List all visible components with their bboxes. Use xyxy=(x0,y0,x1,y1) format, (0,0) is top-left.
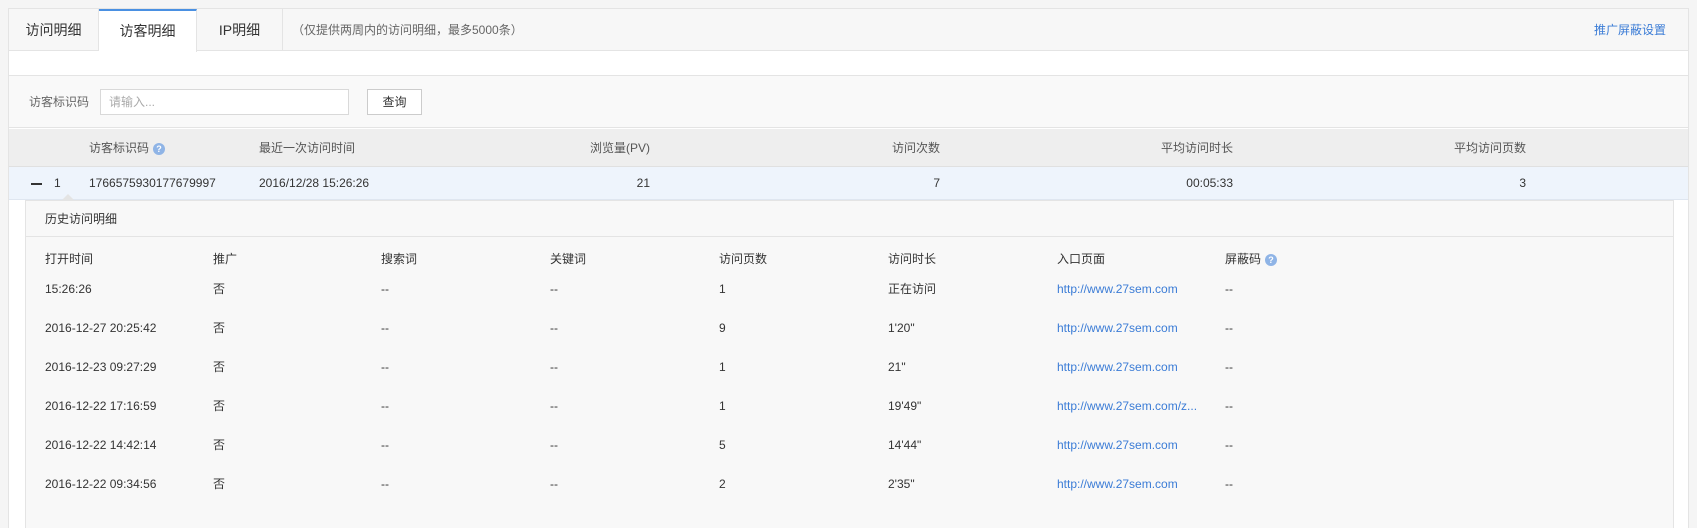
detail-pages: 2 xyxy=(719,477,726,491)
detail-keyword: -- xyxy=(550,321,558,335)
detail-entry-link[interactable]: http://www.27sem.com xyxy=(1057,279,1178,299)
row-index: 1 xyxy=(54,176,61,190)
header-pv[interactable]: 浏览量(PV) xyxy=(590,129,650,167)
history-title: 历史访问明细 xyxy=(26,201,1673,237)
detail-duration: 1'20" xyxy=(888,321,915,335)
detail-header-keyword: 关键词 xyxy=(550,252,587,266)
detail-header-open-time: 打开时间 xyxy=(45,252,94,266)
detail-shield: -- xyxy=(1225,360,1233,374)
row-visits: 7 xyxy=(933,176,940,190)
detail-pages: 9 xyxy=(719,321,726,335)
header-visitor-id: 访客标识码? xyxy=(89,129,166,167)
detail-keyword: -- xyxy=(550,282,558,296)
detail-duration: 正在访问 xyxy=(888,282,937,296)
detail-duration: 2'35" xyxy=(888,477,915,491)
header-visitor-id-label: 访客标识码 xyxy=(89,141,150,155)
detail-search-word: -- xyxy=(381,438,389,452)
detail-entry-link[interactable]: http://www.27sem.com xyxy=(1057,435,1178,455)
visitor-detail-panel: 访问明细 访客明细 IP明细 （仅提供两周内的访问明细，最多5000条） 推广屏… xyxy=(8,8,1689,528)
detail-header-shield-label: 屏蔽码 xyxy=(1225,252,1262,266)
tab-ip-detail[interactable]: IP明细 xyxy=(197,9,283,51)
detail-header-entry: 入口页面 xyxy=(1057,252,1106,266)
detail-open-time: 2016-12-22 09:34:56 xyxy=(45,477,157,491)
detail-header-pages: 访问页数 xyxy=(719,252,768,266)
detail-promo: 否 xyxy=(213,438,226,452)
table-row[interactable]: 1 1766575930177679997 2016/12/28 15:26:2… xyxy=(9,167,1688,200)
detail-promo: 否 xyxy=(213,282,226,296)
detail-keyword: -- xyxy=(550,438,558,452)
row-last-visit: 2016/12/28 15:26:26 xyxy=(259,176,370,190)
detail-duration: 21" xyxy=(888,360,906,374)
detail-shield: -- xyxy=(1225,399,1233,413)
detail-shield: -- xyxy=(1225,477,1233,491)
tab-bar: 访问明细 访客明细 IP明细 （仅提供两周内的访问明细，最多5000条） 推广屏… xyxy=(9,9,1688,52)
detail-promo: 否 xyxy=(213,321,226,335)
detail-duration: 19'49" xyxy=(888,399,922,413)
detail-open-time: 2016-12-22 14:42:14 xyxy=(45,438,157,452)
detail-pages: 1 xyxy=(719,399,726,413)
row-pv: 21 xyxy=(636,176,650,190)
detail-search-word: -- xyxy=(381,321,389,335)
detail-open-time: 15:26:26 xyxy=(45,282,92,296)
detail-keyword: -- xyxy=(550,399,558,413)
visitor-id-input[interactable] xyxy=(100,89,349,115)
tab-visit-detail[interactable]: 访问明细 xyxy=(9,9,99,51)
detail-open-time: 2016-12-22 17:16:59 xyxy=(45,399,157,413)
search-label: 访客标识码 xyxy=(29,95,90,109)
detail-search-word: -- xyxy=(381,477,389,491)
detail-shield: -- xyxy=(1225,438,1233,452)
header-last-visit[interactable]: 最近一次访问时间 xyxy=(259,129,355,167)
detail-promo: 否 xyxy=(213,399,226,413)
minus-icon[interactable] xyxy=(31,183,42,185)
detail-duration: 14'44" xyxy=(888,438,922,452)
row-avg-pages: 3 xyxy=(1519,176,1526,190)
detail-shield: -- xyxy=(1225,282,1233,296)
help-icon[interactable]: ? xyxy=(153,142,166,155)
detail-open-time: 2016-12-23 09:27:29 xyxy=(45,360,157,374)
table-header: 访客标识码? 最近一次访问时间 浏览量(PV) 访问次数 平均访问时长 平均访问… xyxy=(9,129,1688,167)
detail-pages: 1 xyxy=(719,282,726,296)
detail-shield: -- xyxy=(1225,321,1233,335)
detail-promo: 否 xyxy=(213,477,226,491)
tab-note: （仅提供两周内的访问明细，最多5000条） xyxy=(292,23,523,37)
detail-pages: 1 xyxy=(719,360,726,374)
shield-settings-link[interactable]: 推广屏蔽设置 xyxy=(1594,9,1666,51)
detail-keyword: -- xyxy=(550,360,558,374)
detail-open-time: 2016-12-27 20:25:42 xyxy=(45,321,157,335)
header-avg-duration[interactable]: 平均访问时长 xyxy=(1161,129,1233,167)
detail-pages: 5 xyxy=(719,438,726,452)
search-bar: 访客标识码 查询 xyxy=(9,76,1688,128)
detail-promo: 否 xyxy=(213,360,226,374)
detail-search-word: -- xyxy=(381,282,389,296)
detail-header-duration: 访问时长 xyxy=(888,252,937,266)
query-button[interactable]: 查询 xyxy=(367,89,422,115)
help-icon[interactable]: ? xyxy=(1265,253,1278,266)
detail-entry-link[interactable]: http://www.27sem.com xyxy=(1057,474,1178,494)
detail-header-shield: 屏蔽码? xyxy=(1225,245,1278,273)
detail-entry-link[interactable]: http://www.27sem.com xyxy=(1057,357,1178,377)
detail-header-promo: 推广 xyxy=(213,252,238,266)
history-detail: 历史访问明细 打开时间 推广 搜索词 关键词 访问页数 访问时长 入口页面 屏蔽… xyxy=(25,200,1674,528)
spacer xyxy=(9,52,1688,76)
detail-keyword: -- xyxy=(550,477,558,491)
tab-visitor-detail[interactable]: 访客明细 xyxy=(99,9,197,52)
detail-entry-link[interactable]: http://www.27sem.com xyxy=(1057,318,1178,338)
detail-search-word: -- xyxy=(381,399,389,413)
detail-entry-link[interactable]: http://www.27sem.com/z... xyxy=(1057,396,1197,416)
row-visitor-id: 1766575930177679997 xyxy=(89,176,216,190)
header-avg-pages[interactable]: 平均访问页数 xyxy=(1454,129,1526,167)
row-avg-duration: 00:05:33 xyxy=(1186,176,1233,190)
detail-search-word: -- xyxy=(381,360,389,374)
header-visits[interactable]: 访问次数 xyxy=(892,129,940,167)
detail-header-search-word: 搜索词 xyxy=(381,252,418,266)
